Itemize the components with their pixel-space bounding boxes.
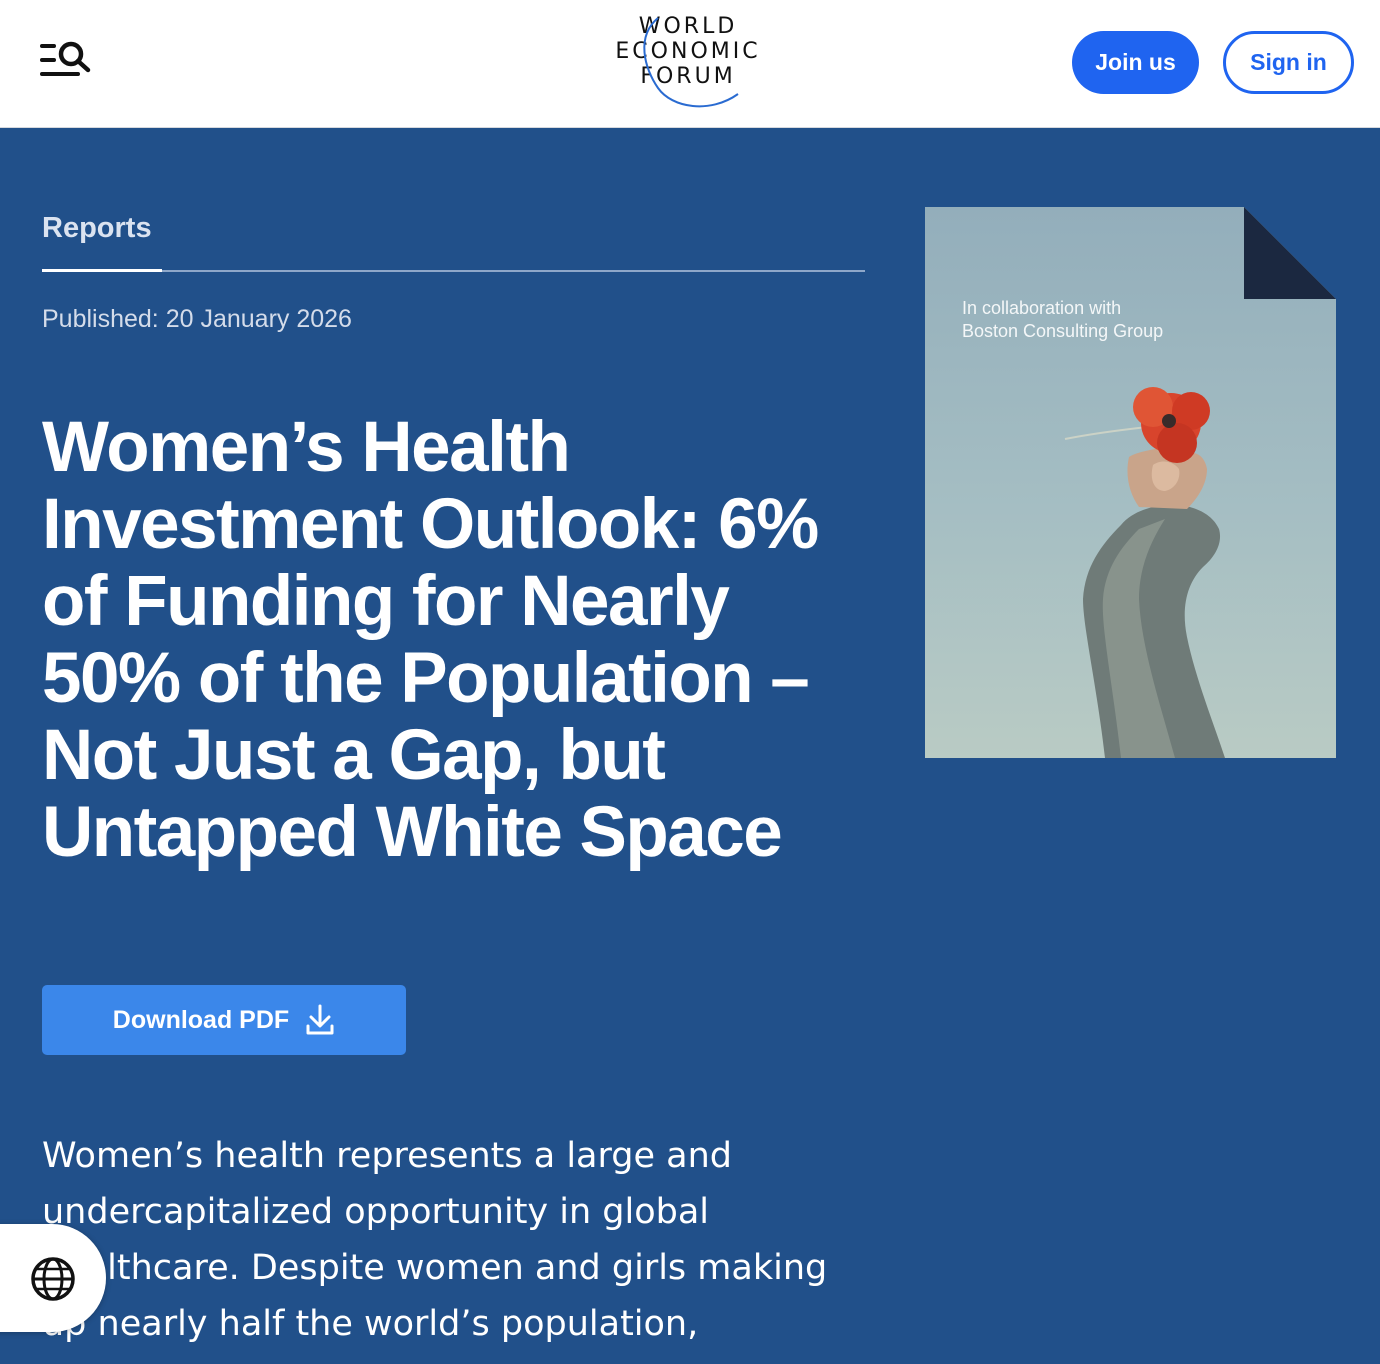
language-selector-button[interactable]: [0, 1224, 106, 1332]
tab-divider: [42, 270, 865, 272]
cover-page-fold: [1244, 207, 1336, 299]
download-pdf-button[interactable]: Download PDF: [42, 985, 406, 1055]
published-date: Published: 20 January 2026: [42, 305, 352, 333]
download-icon: [306, 1004, 334, 1035]
report-summary: Women’s health represents a large and un…: [42, 1136, 828, 1344]
active-tab-underline: [42, 269, 162, 272]
section-tab-reports[interactable]: Reports: [42, 212, 152, 245]
globe-icon: [31, 1257, 75, 1301]
site-header: WORLD ECONOMIC FORUM Join us Sign in: [0, 0, 1380, 128]
join-us-button[interactable]: Join us: [1072, 31, 1199, 94]
download-pdf-label: Download PDF: [112, 1005, 290, 1034]
cover-caption: In collaboration with Boston Consulting …: [962, 298, 1164, 341]
logo-text: WORLD ECONOMIC FORUM: [615, 14, 761, 89]
page: WORLD ECONOMIC FORUM Join us Sign in Rep…: [0, 0, 1380, 1364]
wef-logo[interactable]: WORLD ECONOMIC FORUM: [600, 10, 776, 114]
report-title: Women’s Health Investment Outlook: 6% of…: [42, 408, 819, 872]
sign-in-button[interactable]: Sign in: [1223, 31, 1354, 94]
menu-search-icon[interactable]: [36, 38, 94, 84]
